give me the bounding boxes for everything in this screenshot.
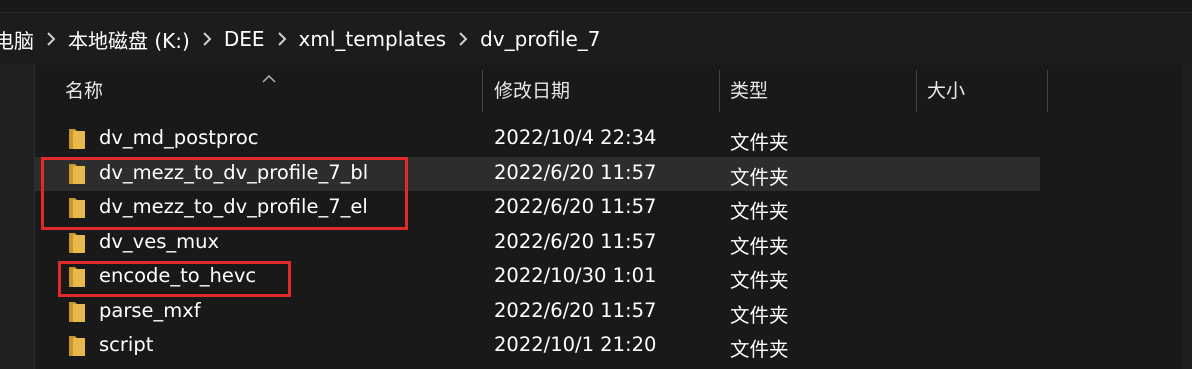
modified-date: 2022/6/20 11:57 [494,160,657,184]
modified-date: 2022/10/1 21:20 [494,333,657,356]
file-name[interactable]: script [99,333,153,356]
folder-icon [68,335,86,362]
file-type: 文件夹 [730,165,789,189]
file-type: 文件夹 [730,234,789,258]
modified-date: 2022/6/20 11:57 [494,298,657,322]
list-item[interactable]: parse_mxf 2022/6/20 11:57 文件夹 [34,295,1040,330]
folder-icon [68,301,86,328]
breadcrumb-item-xml-templates[interactable]: xml_templates [297,27,449,51]
breadcrumb: 电脑 本地磁盘 (K:) DEE xml_templates dv_profil… [0,13,603,65]
sort-up-icon [262,66,276,88]
vertical-scrollbar[interactable] [1182,64,1192,369]
modified-date: 2022/10/30 1:01 [494,264,657,287]
list-item[interactable]: dv_md_postproc 2022/10/4 22:34 文件夹 [34,122,1040,157]
modified-date: 2022/6/20 11:57 [494,229,657,253]
file-type: 文件夹 [730,200,789,223]
column-type-header[interactable]: 类型 [730,64,768,114]
column-divider[interactable] [482,70,483,112]
address-bar[interactable]: 电脑 本地磁盘 (K:) DEE xml_templates dv_profil… [0,12,1192,65]
file-type: 文件夹 [730,338,789,361]
chevron-right-icon[interactable] [277,32,287,46]
file-name[interactable]: dv_md_postproc [99,126,259,149]
file-type: 文件夹 [730,269,789,292]
breadcrumb-item-dee[interactable]: DEE [222,27,267,51]
chevron-right-icon[interactable] [202,32,212,46]
breadcrumb-item-drive[interactable]: 本地磁盘 (K:) [66,25,192,54]
column-divider[interactable] [1047,70,1048,112]
file-name[interactable]: dv_ves_mux [99,230,219,253]
column-size-header[interactable]: 大小 [927,64,965,114]
chevron-right-icon[interactable] [46,32,56,46]
folder-icon [68,232,86,259]
file-type: 文件夹 [730,131,789,154]
file-name[interactable]: parse_mxf [99,299,201,322]
column-divider[interactable] [719,70,720,112]
column-header: 名称 修改日期 类型 大小 [34,64,1048,114]
highlight-box [41,157,408,230]
modified-date: 2022/10/4 22:34 [494,126,657,149]
column-date-header[interactable]: 修改日期 [494,64,570,114]
modified-date: 2022/6/20 11:57 [494,195,657,218]
list-item[interactable]: script 2022/10/1 21:20 文件夹 [34,329,1040,364]
breadcrumb-item-dv-profile-7[interactable]: dv_profile_7 [478,27,602,51]
chevron-right-icon[interactable] [458,32,468,46]
column-name-header[interactable]: 名称 [65,64,103,114]
breadcrumb-item-computer[interactable]: 电脑 [0,25,36,54]
file-type: 文件夹 [730,303,789,327]
navigation-pane[interactable] [0,64,35,369]
column-divider[interactable] [916,70,917,112]
folder-icon [68,128,86,155]
list-item[interactable]: dv_ves_mux 2022/6/20 11:57 文件夹 [34,226,1040,261]
highlight-box [58,261,291,297]
